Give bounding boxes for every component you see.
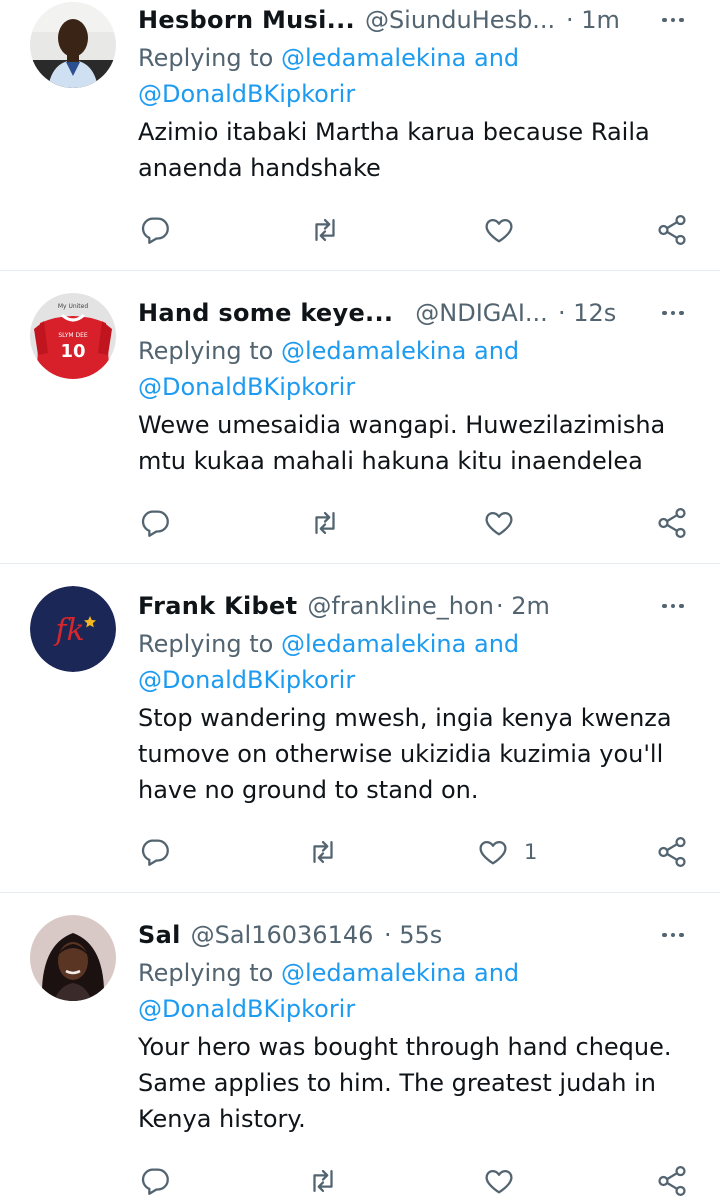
share-icon xyxy=(658,214,686,246)
replying-to: Replying to @ledamalekina and @DonaldBKi… xyxy=(138,333,720,405)
tweet-actions xyxy=(138,1161,698,1201)
tweet-header: Frank Kibet @frankline_hon · 2m xyxy=(138,586,720,626)
and-others-link[interactable]: and xyxy=(474,337,519,365)
tweet-actions xyxy=(138,503,698,543)
more-options-icon[interactable] xyxy=(656,0,690,40)
mention-link[interactable]: @ledamalekina xyxy=(281,630,466,658)
retweet-icon xyxy=(315,218,335,242)
mention-link[interactable]: @ledamalekina xyxy=(281,44,466,72)
jersey-name-text: SLYM DEE xyxy=(58,332,88,339)
replying-to: Replying to @ledamalekina and @DonaldBKi… xyxy=(138,955,720,1027)
display-name[interactable]: Hesborn Musi... xyxy=(138,6,355,34)
tweet-header: Hesborn Musi... @SiunduHesb... · 1m xyxy=(138,0,720,40)
reply-icon xyxy=(141,1168,169,1195)
reply-icon xyxy=(141,510,169,537)
display-name[interactable]: Sal xyxy=(138,921,181,949)
mention-link[interactable]: @DonaldBKipkorir xyxy=(138,373,355,401)
avatar[interactable] xyxy=(30,2,116,88)
tweet-card[interactable]: Hesborn Musi... @SiunduHesb... · 1m Reply… xyxy=(0,0,720,271)
mention-link[interactable]: @DonaldBKipkorir xyxy=(138,995,355,1023)
avatar[interactable]: fk xyxy=(30,586,116,672)
and-others-link[interactable]: and xyxy=(474,630,519,658)
reply-button[interactable] xyxy=(138,210,172,250)
tweet-header: Hand some keye... @NDIGAI... · 12s xyxy=(138,293,720,333)
tweet-card[interactable]: My United SLYM DEE 10 Hand some keye... @… xyxy=(0,271,720,564)
share-icon xyxy=(658,507,686,539)
reply-button[interactable] xyxy=(138,832,172,872)
reply-feed: Hesborn Musi... @SiunduHesb... · 1m Reply… xyxy=(0,0,720,1197)
heart-icon xyxy=(485,1169,513,1194)
tweet-card[interactable]: fk Frank Kibet @frankline_hon · 2m Replyi… xyxy=(0,564,720,893)
retweet-button[interactable] xyxy=(306,832,340,872)
mention-link[interactable]: @ledamalekina xyxy=(281,959,466,987)
heart-icon xyxy=(479,840,507,865)
like-count: 1 xyxy=(524,840,538,864)
retweet-icon xyxy=(315,511,335,535)
tweet-text: Stop wandering mwesh, ingia kenya kwenza… xyxy=(138,704,672,804)
replying-to: Replying to @ledamalekina and @DonaldBKi… xyxy=(138,626,720,698)
tweet-header: Sal @Sal16036146 · 55s xyxy=(138,915,720,955)
timestamp[interactable]: · 2m xyxy=(496,586,550,626)
like-button[interactable] xyxy=(482,210,530,250)
retweet-button[interactable] xyxy=(308,210,342,250)
more-options-icon[interactable] xyxy=(656,293,690,333)
retweet-icon xyxy=(313,840,333,864)
heart-icon xyxy=(485,218,513,243)
replying-to-label: Replying to xyxy=(138,44,274,72)
heart-icon xyxy=(485,511,513,536)
timestamp[interactable]: · 55s xyxy=(384,915,442,955)
replying-to-label: Replying to xyxy=(138,337,274,365)
share-button[interactable] xyxy=(655,210,689,250)
tweet-actions xyxy=(138,210,698,250)
reply-icon xyxy=(141,839,169,866)
display-name[interactable]: Frank Kibet xyxy=(138,592,297,620)
tweet-text: Wewe umesaidia wangapi. Huwezilazimisha … xyxy=(138,411,666,475)
more-options-icon[interactable] xyxy=(656,586,690,626)
share-button[interactable] xyxy=(655,1161,689,1201)
avatar[interactable] xyxy=(30,915,116,1001)
mention-link[interactable]: @DonaldBKipkorir xyxy=(138,666,355,694)
reply-button[interactable] xyxy=(138,503,172,543)
user-handle[interactable]: @Sal16036146 xyxy=(191,921,374,949)
replying-to-label: Replying to xyxy=(138,630,274,658)
like-button[interactable] xyxy=(482,503,530,543)
jersey-number-text: 10 xyxy=(60,341,85,362)
jersey-top-text: My United xyxy=(58,303,89,310)
share-button[interactable] xyxy=(655,503,689,543)
display-name[interactable]: Hand some keye... xyxy=(138,299,393,327)
replying-to: Replying to @ledamalekina and @DonaldBKi… xyxy=(138,40,720,112)
and-others-link[interactable]: and xyxy=(474,44,519,72)
share-button[interactable] xyxy=(655,832,689,872)
mention-link[interactable]: @DonaldBKipkorir xyxy=(138,80,355,108)
user-handle[interactable]: @NDIGAI... xyxy=(415,299,548,327)
user-handle[interactable]: @frankline_hon xyxy=(307,592,494,620)
tweet-text: Your hero was bought through hand cheque… xyxy=(138,1033,672,1133)
timestamp[interactable]: · 1m xyxy=(566,0,620,40)
and-others-link[interactable]: and xyxy=(474,959,519,987)
reply-button[interactable] xyxy=(138,1161,172,1201)
tweet-actions: 1 xyxy=(138,832,698,872)
fk-logo-text: fk xyxy=(53,613,84,648)
avatar[interactable]: My United SLYM DEE 10 xyxy=(30,293,116,379)
share-icon xyxy=(658,836,686,868)
like-button[interactable] xyxy=(482,1161,530,1201)
share-icon xyxy=(658,1165,686,1197)
reply-icon xyxy=(141,217,169,244)
tweet-text: Azimio itabaki Martha karua because Rail… xyxy=(138,118,650,182)
retweet-button[interactable] xyxy=(308,503,342,543)
more-options-icon[interactable] xyxy=(656,915,690,955)
like-button[interactable]: 1 xyxy=(476,832,537,872)
replying-to-label: Replying to xyxy=(138,959,274,987)
mention-link[interactable]: @ledamalekina xyxy=(281,337,466,365)
retweet-button[interactable] xyxy=(306,1161,340,1201)
user-handle[interactable]: @SiunduHesb... xyxy=(365,6,555,34)
timestamp[interactable]: · 12s xyxy=(558,293,616,333)
retweet-icon xyxy=(313,1169,333,1193)
tweet-card[interactable]: Sal @Sal16036146 · 55s Replying to @ledam… xyxy=(0,893,720,1197)
